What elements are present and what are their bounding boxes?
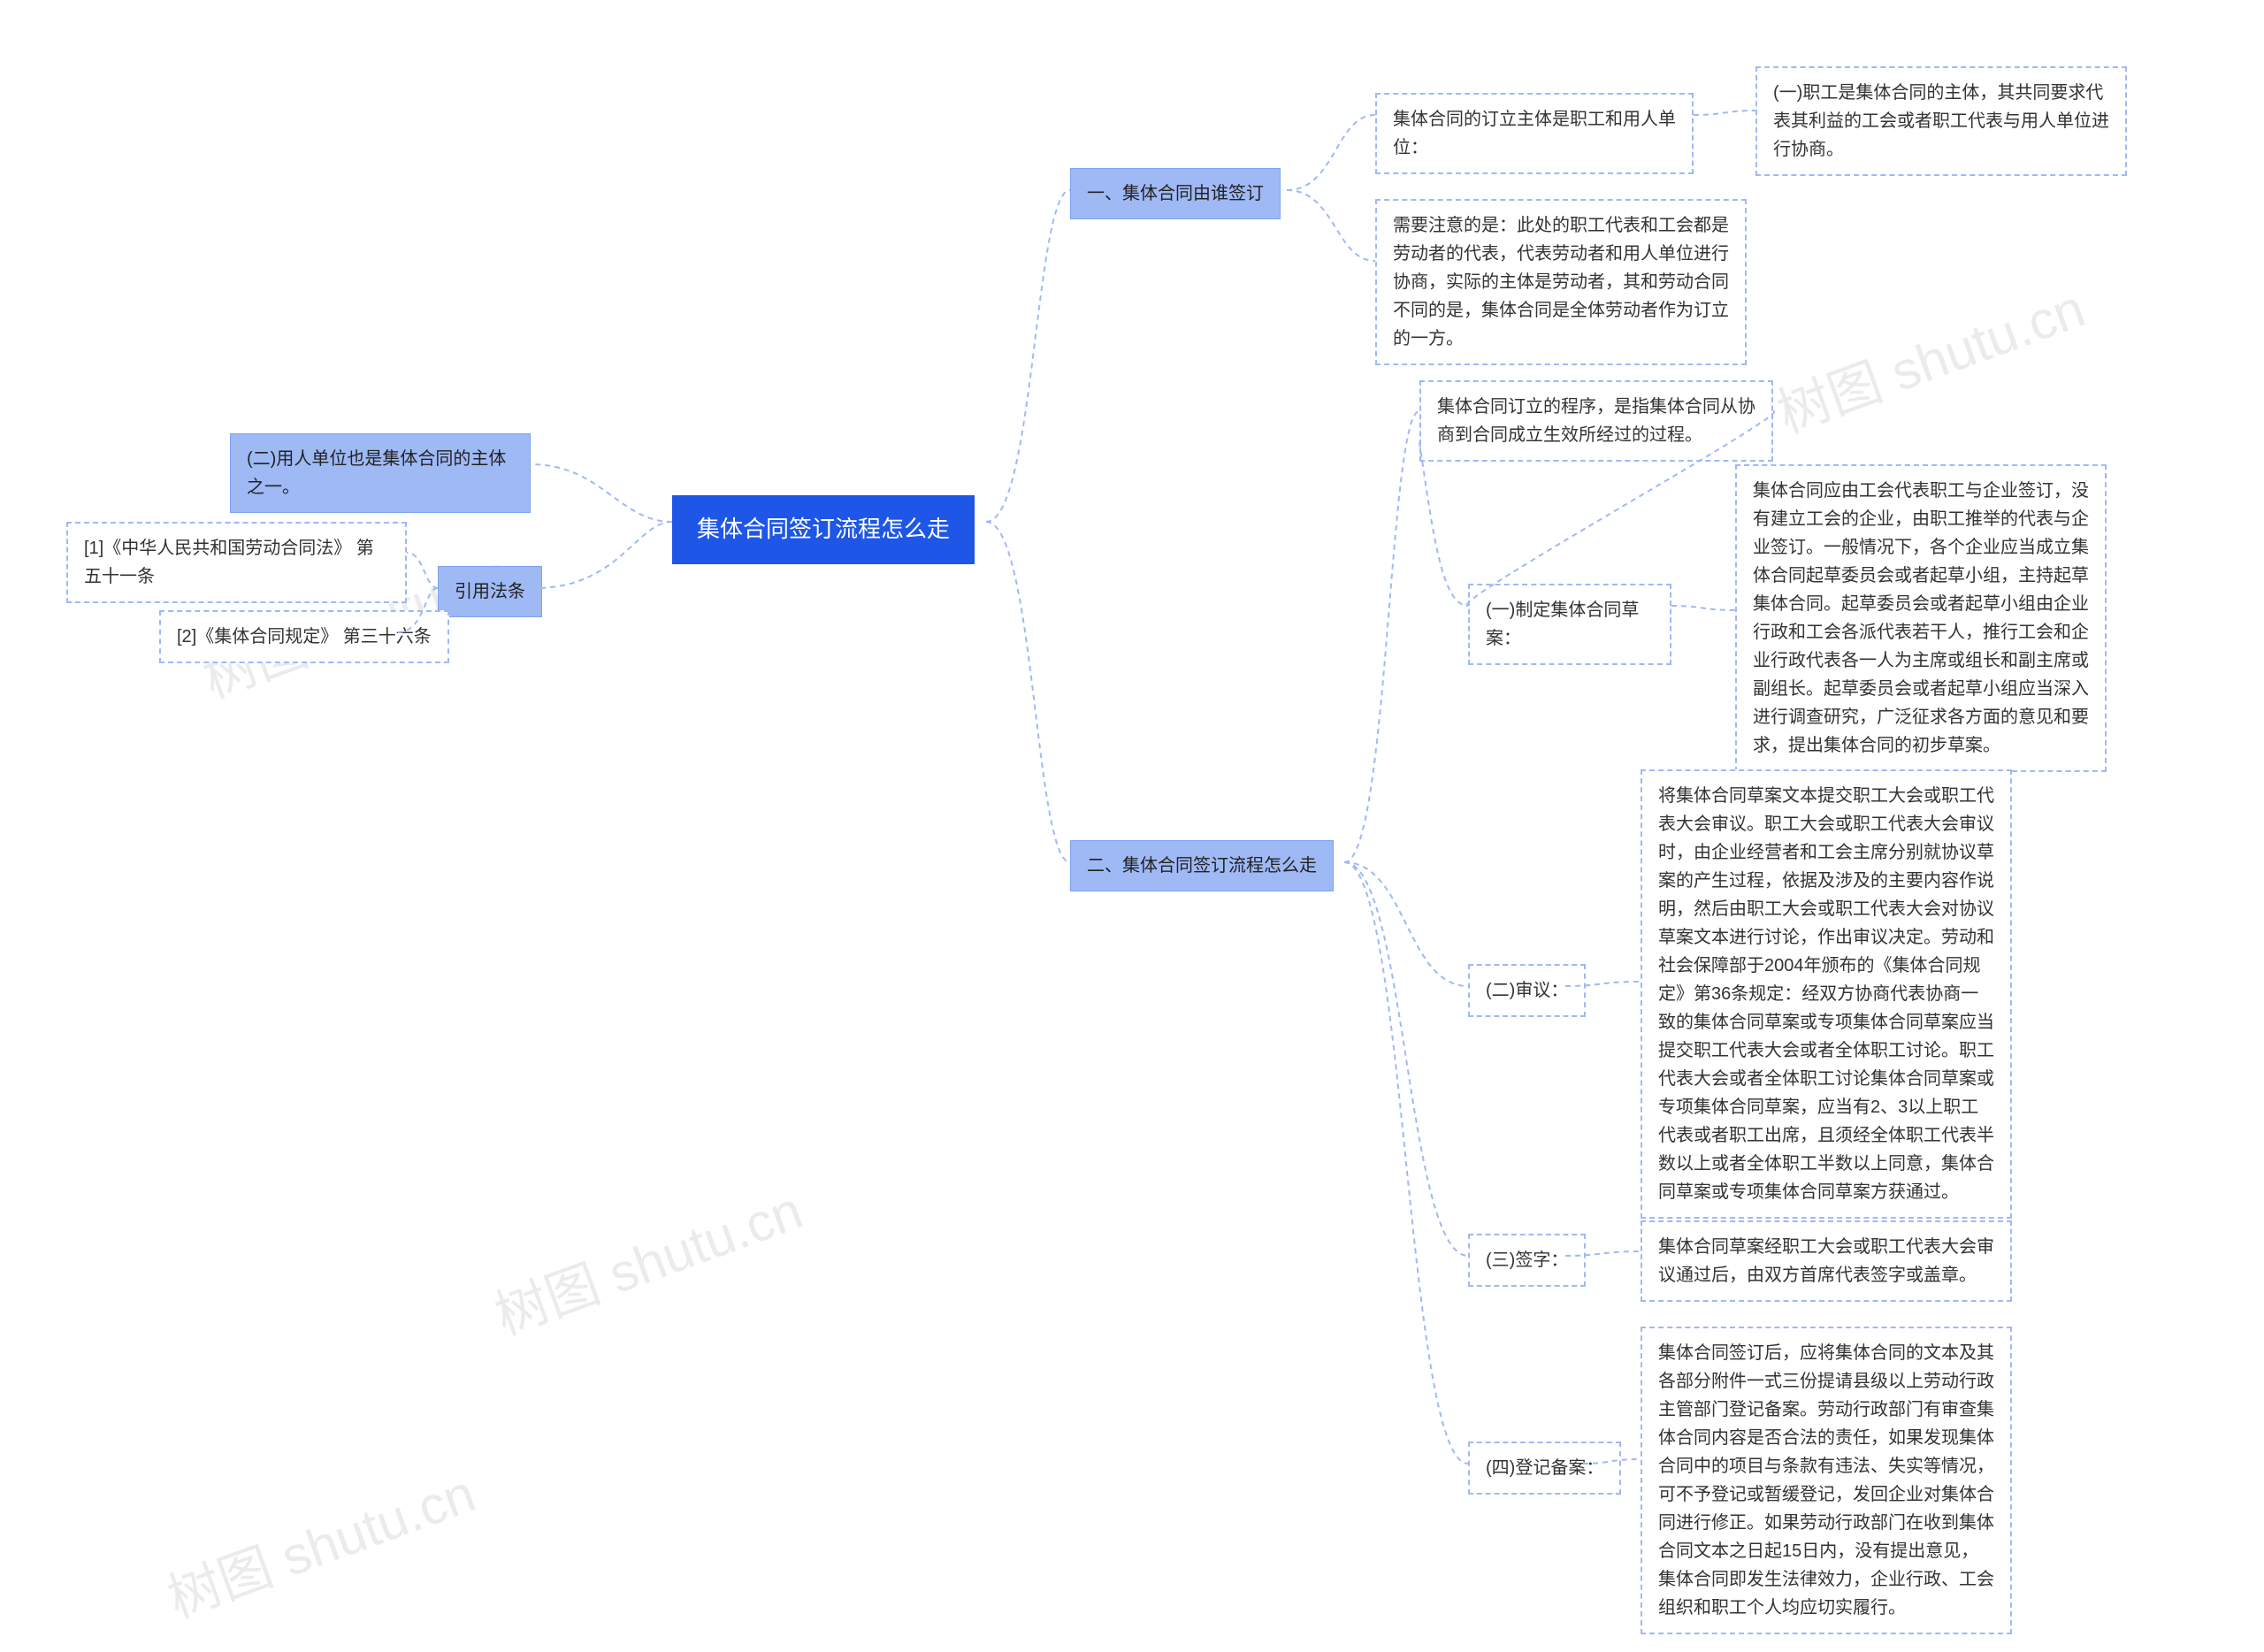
s2-step1-text[interactable]: 集体合同应由工会代表职工与企业签订，没有建立工会的企业，由职工推举的代表与企业签… (1735, 464, 2107, 772)
watermark: 树图 shutu.cn (483, 1167, 811, 1350)
s2-intro[interactable]: 集体合同订立的程序，是指集体合同从协商到合同成立生效所经过的过程。 (1419, 380, 1773, 462)
s1-mainbody[interactable]: 集体合同的订立主体是职工和用人单位： (1375, 93, 1694, 174)
left-node-employer[interactable]: (二)用人单位也是集体合同的主体之一。 (230, 433, 531, 513)
s2-step2-text[interactable]: 将集体合同草案文本提交职工大会或职工代表大会审议。职工大会或职工代表大会审议时，… (1641, 769, 2012, 1219)
s2-step1-label[interactable]: (一)制定集体合同草案： (1468, 584, 1671, 665)
s1-mainbody-detail[interactable]: (一)职工是集体合同的主体，其共同要求代表其利益的工会或者职工代表与用人单位进行… (1755, 66, 2127, 176)
s2-step3-label[interactable]: (三)签字： (1468, 1234, 1586, 1287)
root-node[interactable]: 集体合同签订流程怎么走 (672, 495, 975, 564)
s2-step2-label[interactable]: (二)审议： (1468, 964, 1586, 1017)
s1-note[interactable]: 需要注意的是：此处的职工代表和工会都是劳动者的代表，代表劳动者和用人单位进行协商… (1375, 199, 1747, 365)
watermark: 树图 shutu.cn (156, 1450, 484, 1633)
left-citation-1[interactable]: [1]《中华人民共和国劳动合同法》 第五十一条 (66, 522, 407, 603)
watermark: 树图 shutu.cn (1765, 265, 2093, 447)
section2-title[interactable]: 二、集体合同签订流程怎么走 (1070, 840, 1334, 891)
s2-step4-text[interactable]: 集体合同签订后，应将集体合同的文本及其各部分附件一式三份提请县级以上劳动行政主管… (1641, 1327, 2012, 1634)
left-citation-2[interactable]: [2]《集体合同规定》 第三十六条 (159, 610, 449, 663)
section1-title[interactable]: 一、集体合同由谁签订 (1070, 168, 1281, 219)
left-node-citation[interactable]: 引用法条 (438, 566, 542, 617)
s2-step3-text[interactable]: 集体合同草案经职工大会或职工代表大会审议通过后，由双方首席代表签字或盖章。 (1641, 1220, 2012, 1302)
s2-step4-label[interactable]: (四)登记备案： (1468, 1442, 1621, 1495)
